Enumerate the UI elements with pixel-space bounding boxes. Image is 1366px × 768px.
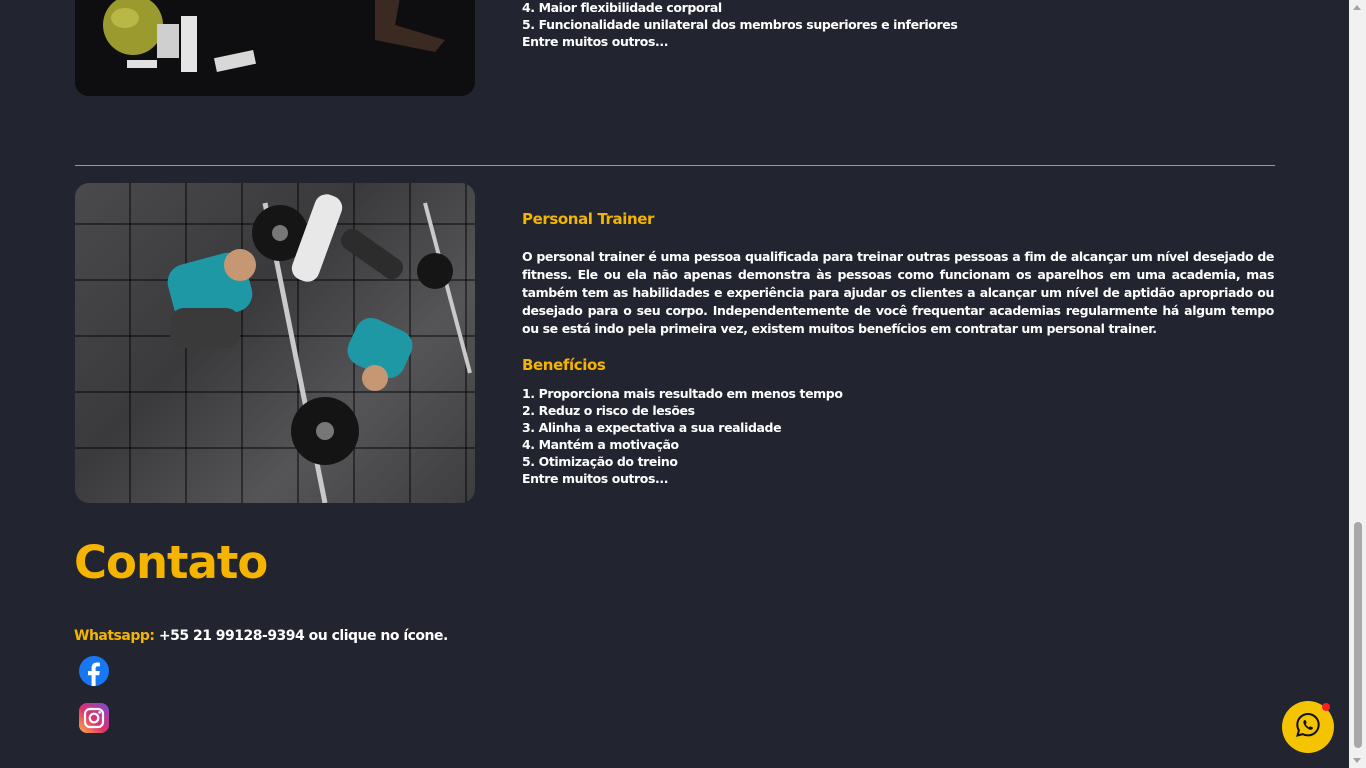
contact-title: Contato (74, 536, 268, 589)
whatsapp-label: Whatsapp: (74, 628, 155, 644)
list-item: 2. Reduz o risco de lesões (522, 403, 695, 418)
section-divider (75, 165, 1275, 166)
benefits-list: 1. Proporciona mais resultado em menos t… (522, 385, 843, 487)
list-item: Entre muitos outros... (522, 471, 669, 486)
list-item: 5. Otimização do treino (522, 454, 678, 469)
whatsapp-text: +55 21 99128-9394 ou clique no ícone. (158, 628, 448, 644)
top-benefits-list: 4. Maior flexibilidade corporal 5. Funci… (522, 0, 958, 50)
list-item: 4. Maior flexibilidade corporal (522, 0, 722, 15)
benefits-title: Benefícios (522, 356, 606, 374)
list-item: 5. Funcionalidade unilateral dos membros… (522, 17, 958, 32)
page-scrollbar[interactable] (1349, 0, 1366, 768)
whatsapp-float-button[interactable] (1282, 701, 1334, 753)
list-item: 3. Alinha a expectativa a sua realidade (522, 420, 782, 435)
personal-trainer-title: Personal Trainer (522, 210, 655, 228)
personal-trainer-image (75, 183, 475, 503)
scroll-down-arrow-icon[interactable] (1353, 758, 1361, 763)
list-item: 4. Mantém a motivação (522, 437, 679, 452)
facebook-icon[interactable] (79, 656, 109, 686)
whatsapp-contact-line: Whatsapp: +55 21 99128-9394 ou clique no… (74, 628, 448, 644)
gym-equipment-image (75, 0, 475, 96)
list-item: 1. Proporciona mais resultado em menos t… (522, 386, 843, 401)
whatsapp-icon (1295, 712, 1321, 742)
instagram-icon[interactable] (79, 703, 109, 733)
notification-dot (1322, 703, 1330, 711)
scrollbar-thumb[interactable] (1354, 522, 1362, 748)
list-item: Entre muitos outros... (522, 34, 669, 49)
scroll-up-arrow-icon[interactable] (1353, 5, 1361, 10)
personal-trainer-description: O personal trainer é uma pessoa qualific… (522, 249, 1274, 336)
